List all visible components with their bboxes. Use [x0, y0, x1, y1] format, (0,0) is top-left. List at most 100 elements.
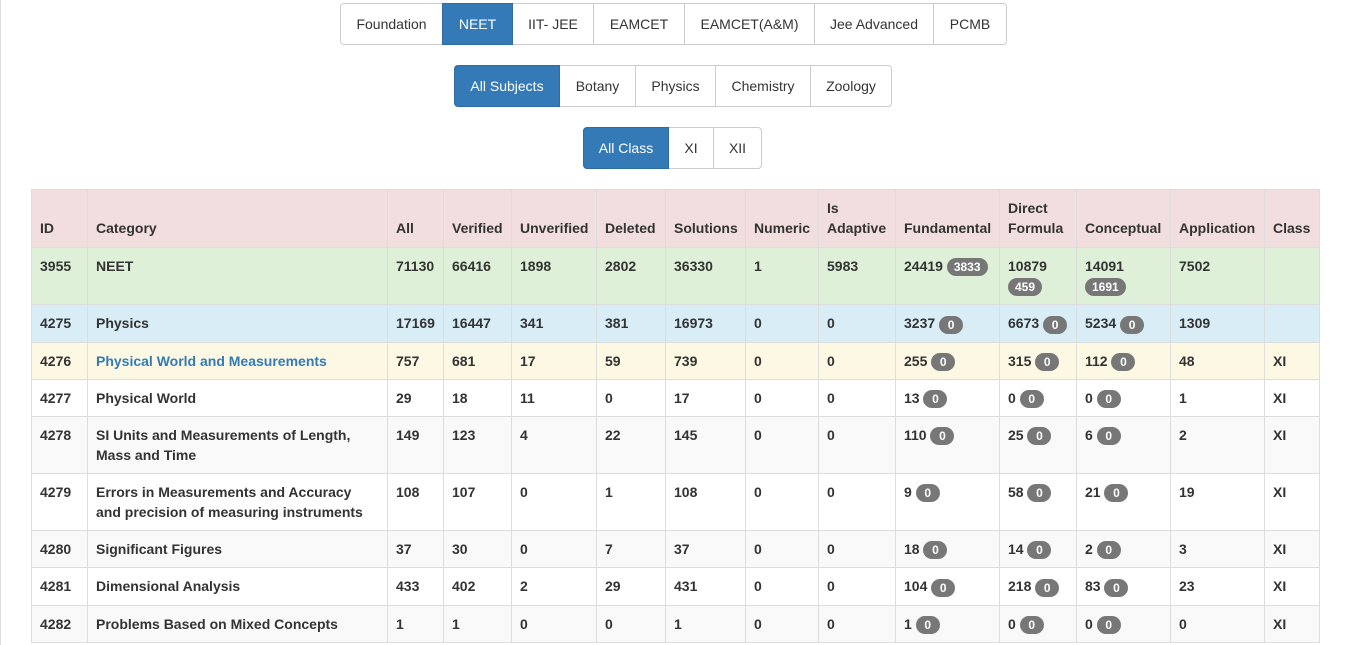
cell-numeric: 0 [745, 473, 819, 532]
tab-class-xi[interactable]: XI [668, 127, 714, 169]
cell-numeric: 0 [745, 530, 819, 569]
tab-physics[interactable]: Physics [635, 65, 716, 107]
cell-unverified: 1898 [511, 246, 597, 306]
cell-solutions: 37 [665, 530, 746, 569]
direct-formula-badge: 0 [1027, 484, 1052, 503]
cell-numeric: 0 [745, 416, 819, 475]
cell-all: 149 [387, 416, 444, 475]
fundamental-count: 18 [904, 541, 920, 558]
table-row: 4279 Errors in Measurements and Accuracy … [31, 473, 1320, 532]
conceptual-count: 83 [1085, 578, 1101, 595]
cell-category: Problems Based on Mixed Concepts [87, 604, 388, 644]
cell-class: XI [1264, 378, 1320, 418]
cell-application: 2 [1170, 416, 1265, 475]
cell-direct-formula: 58 0 [999, 473, 1077, 532]
tab-all-class[interactable]: All Class [583, 127, 669, 169]
category-stats-table: ID Category All Verified Unverified Dele… [31, 189, 1320, 644]
cell-unverified: 0 [511, 604, 597, 644]
cell-verified: 107 [443, 473, 512, 532]
table-body: 3955 NEET 71130 66416 1898 2802 36330 1 5983 2441… [31, 246, 1320, 644]
conceptual-badge: 0 [1104, 484, 1129, 503]
cell-class [1264, 246, 1320, 306]
cell-direct-formula: 0 0 [999, 604, 1077, 644]
cell-unverified: 2 [511, 567, 597, 606]
cell-solutions: 17 [665, 378, 746, 418]
column-header-fundamental: Fundamental [895, 189, 1000, 248]
conceptual-count: 112 [1085, 352, 1108, 369]
direct-formula-count: 218 [1008, 578, 1032, 595]
column-header-conceptual: Conceptual [1076, 189, 1171, 248]
cell-numeric: 0 [745, 341, 819, 380]
direct-formula-count: 0 [1008, 389, 1016, 406]
cell-numeric: 0 [745, 378, 819, 418]
tab-foundation[interactable]: Foundation [340, 3, 443, 45]
table-row: 4277 Physical World 29 18 11 0 17 0 0 13 00 00 01… [31, 378, 1320, 418]
cell-all: 433 [387, 567, 444, 606]
cell-deleted: 381 [596, 304, 666, 343]
conceptual-badge: 0 [1096, 541, 1121, 560]
cell-fundamental: 1 0 [895, 604, 1000, 644]
column-header-verified: Verified [443, 189, 512, 248]
cell-all: 37 [387, 530, 444, 569]
cell-category: NEET [87, 246, 388, 306]
fundamental-count: 255 [904, 352, 928, 369]
cell-id: 4277 [31, 378, 88, 418]
fundamental-badge: 0 [931, 578, 956, 597]
table-row: 4275 Physics 17169 16447 341 381 16973 0 0 3237 0… [31, 304, 1320, 343]
direct-formula-count: 25 [1008, 427, 1024, 444]
cell-is-adaptive: 0 [818, 304, 896, 343]
cell-is-adaptive: 0 [818, 378, 896, 418]
cell-direct-formula: 25 0 [999, 416, 1077, 475]
tab-chemistry[interactable]: Chemistry [715, 65, 811, 107]
tab-neet[interactable]: NEET [442, 3, 513, 45]
cell-conceptual: 83 0 [1076, 567, 1171, 606]
tab-zoology[interactable]: Zoology [810, 65, 892, 107]
table-row: 4280 Significant Figures 37 30 0 7 37 0 0 18 0 14 … [31, 530, 1320, 569]
cell-unverified: 341 [511, 304, 597, 343]
column-header-direct-formula: Direct Formula [999, 189, 1077, 248]
column-header-all: All [387, 189, 444, 248]
direct-formula-badge: 0 [1043, 315, 1068, 334]
column-header-is-adaptive: Is Adaptive [818, 189, 896, 248]
cell-conceptual: 6 0 [1076, 416, 1171, 475]
fundamental-count: 13 [904, 389, 920, 406]
cell-deleted: 1 [596, 473, 666, 532]
cell-is-adaptive: 0 [818, 530, 896, 569]
cell-id: 3955 [31, 246, 88, 306]
cell-direct-formula: 14 0 [999, 530, 1077, 569]
category-link[interactable]: Physical World and Measurements [96, 353, 327, 369]
fundamental-badge: 0 [915, 484, 940, 503]
fundamental-count: 1 [904, 615, 912, 632]
page-left-border [0, 0, 1, 645]
cell-deleted: 7 [596, 530, 666, 569]
exam-tabs: Foundation NEET IIT- JEE EAMCET EAMCET(A… [340, 3, 1007, 45]
tab-iit-jee[interactable]: IIT- JEE [512, 3, 594, 45]
tab-jee-advanced[interactable]: Jee Advanced [814, 3, 934, 45]
tab-eamcet-am[interactable]: EAMCET(A&M) [684, 3, 815, 45]
conceptual-count: 0 [1085, 389, 1093, 406]
cell-verified: 402 [443, 567, 512, 606]
fundamental-count: 3237 [904, 315, 936, 332]
tab-botany[interactable]: Botany [559, 65, 636, 107]
cell-conceptual: 21 0 [1076, 473, 1171, 532]
cell-fundamental: 9 0 [895, 473, 1000, 532]
tab-class-xii[interactable]: XII [713, 127, 762, 169]
conceptual-badge: 0 [1096, 390, 1121, 409]
cell-solutions: 431 [665, 567, 746, 606]
direct-formula-count: 0 [1008, 615, 1016, 632]
conceptual-count: 21 [1085, 484, 1101, 501]
cell-numeric: 1 [745, 246, 819, 306]
tab-all-subjects[interactable]: All Subjects [454, 65, 560, 107]
direct-formula-count: 315 [1008, 352, 1032, 369]
fundamental-badge: 0 [915, 616, 940, 635]
cell-verified: 681 [443, 341, 512, 380]
cell-solutions: 739 [665, 341, 746, 380]
tab-pcmb[interactable]: PCMB [933, 3, 1007, 45]
tab-eamcet[interactable]: EAMCET [593, 3, 685, 45]
cell-all: 108 [387, 473, 444, 532]
cell-is-adaptive: 0 [818, 473, 896, 532]
cell-verified: 123 [443, 416, 512, 475]
cell-category: Significant Figures [87, 530, 388, 569]
cell-class [1264, 304, 1320, 343]
column-header-application: Application [1170, 189, 1265, 248]
